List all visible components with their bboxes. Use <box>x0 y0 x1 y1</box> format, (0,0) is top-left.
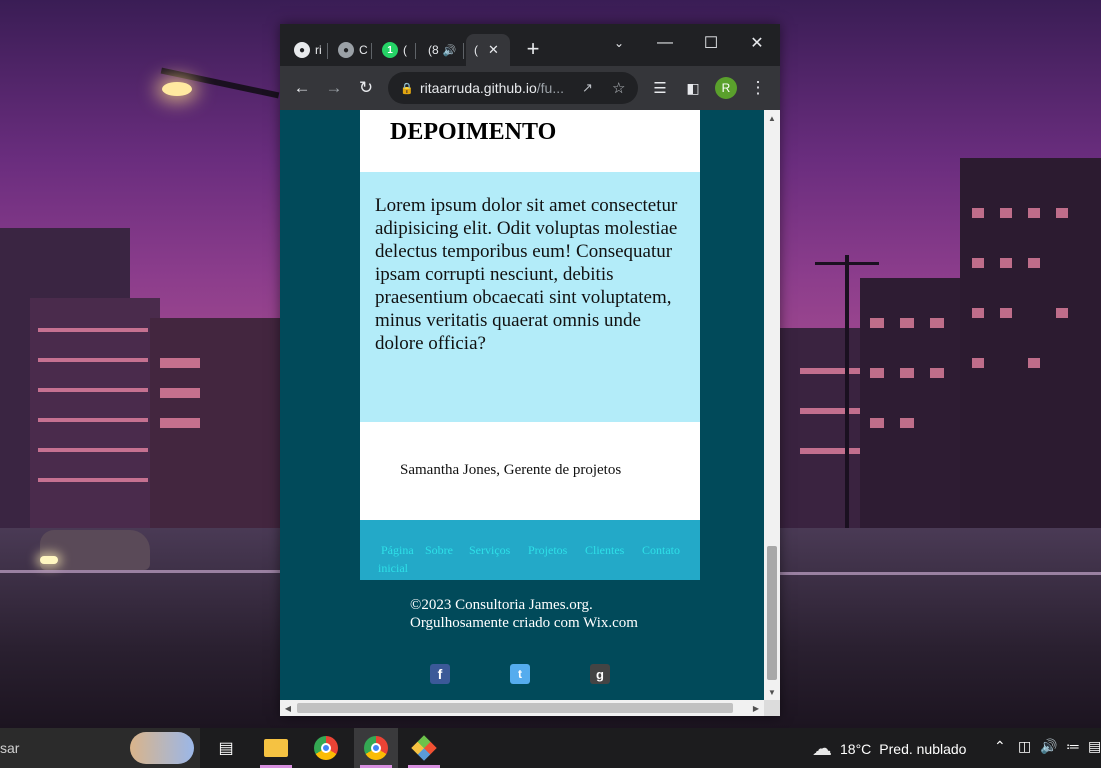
tab-label: (8 <box>428 43 439 57</box>
footer-copyright: ©2023 Consultoria James.org. Orgulhosame… <box>410 596 638 632</box>
browser-tab[interactable]: ● ri <box>288 34 328 66</box>
menu-icon[interactable]: ⋮ <box>744 74 772 102</box>
tab-label: ri <box>315 43 322 57</box>
footer-copyright-line: ©2023 Consultoria James.org. <box>410 597 593 613</box>
address-host: ritaarruda.github.io <box>420 80 537 96</box>
address-bar[interactable]: 🔒 ritaarruda.github.io /fu... ↗ ☆ <box>388 72 638 104</box>
weather-condition: Pred. nublado <box>879 740 967 757</box>
taskbar-search-text: sar <box>0 740 20 756</box>
lock-icon: 🔒 <box>400 82 414 95</box>
browser-toolbar: ← → ↻ 🔒 ritaarruda.github.io /fu... ↗ ☆ … <box>280 66 780 110</box>
new-tab-button[interactable]: + <box>518 34 548 64</box>
browser-tab[interactable]: ● C <box>332 34 372 66</box>
back-icon[interactable]: ← <box>288 74 316 102</box>
weather-temperature: 18°C <box>840 740 872 757</box>
section-title: DEPOIMENTO <box>390 119 557 145</box>
twitter-icon[interactable]: t <box>510 664 530 684</box>
scroll-up-icon[interactable]: ▲ <box>764 110 780 126</box>
tab-label: ( <box>403 43 407 57</box>
testimonial-author-box: Samantha Jones, Gerente de projetos <box>360 422 700 520</box>
footer-credit-line: Orgulhosamente criado com Wix.com <box>410 615 638 631</box>
taskbar: sar ▤ ☁ 18°C Pred. nublado ⌃ ◫ 🔊 ≔ ▤ <box>0 728 1101 768</box>
testimonial-quote-box: Lorem ipsum dolor sit amet consectetur a… <box>360 172 700 422</box>
profile-initial: R <box>715 77 737 99</box>
tab-strip: ● ri ● C 1 ( (8 🔊 ( ✕ + ⌄ — ☐ ✕ <box>280 24 780 66</box>
side-panel-icon[interactable]: ◧ <box>679 74 707 102</box>
nav-link-about[interactable]: Sobre <box>425 543 453 558</box>
browser-tab[interactable]: (8 🔊 <box>420 34 464 66</box>
media-control-icon[interactable]: ☰ <box>646 74 674 102</box>
testimonial-header: DEPOIMENTO <box>360 110 700 172</box>
google-plus-icon[interactable]: g <box>590 664 610 684</box>
close-window-icon[interactable]: ✕ <box>742 28 772 58</box>
browser-window: ● ri ● C 1 ( (8 🔊 ( ✕ + ⌄ — ☐ ✕ ← → ↻ 🔒 … <box>280 24 780 716</box>
scroll-right-icon[interactable]: ▶ <box>748 700 764 716</box>
testimonial-author: Samantha Jones, Gerente de projetos <box>400 462 622 478</box>
share-icon[interactable]: ↗ <box>582 80 593 96</box>
speaker-icon: 🔊 <box>442 44 457 57</box>
close-tab-icon[interactable]: ✕ <box>488 42 499 58</box>
vertical-scrollbar[interactable]: ▲ ▼ <box>764 110 780 700</box>
browser-tab[interactable]: 1 ( <box>376 34 416 66</box>
tab-label: C <box>359 43 368 57</box>
minimize-icon[interactable]: — <box>650 28 680 58</box>
page-viewport: DEPOIMENTO Lorem ipsum dolor sit amet co… <box>280 110 764 700</box>
horizontal-scrollbar[interactable]: ◀ ▶ <box>280 700 764 716</box>
nav-link-projects[interactable]: Projetos <box>528 543 567 558</box>
horizontal-scroll-thumb[interactable] <box>297 703 733 713</box>
nav-link-services[interactable]: Serviços <box>469 543 510 558</box>
nav-link-contact[interactable]: Contato <box>642 543 680 558</box>
nav-link-home[interactable]: inicial <box>378 561 408 576</box>
language-icon[interactable]: ▤ <box>1088 738 1101 755</box>
tab-label: ( <box>474 43 478 57</box>
task-view-icon[interactable]: ▤ <box>204 728 248 768</box>
whatsapp-icon: 1 <box>382 42 398 58</box>
chevron-up-icon[interactable]: ⌃ <box>994 738 1006 755</box>
search-highlight-icon <box>130 732 194 764</box>
globe-icon: ● <box>338 42 354 58</box>
github-icon: ● <box>294 42 310 58</box>
forward-icon[interactable]: → <box>320 74 348 102</box>
bookmark-star-icon[interactable]: ☆ <box>612 79 625 97</box>
testimonial-quote: Lorem ipsum dolor sit amet consectetur a… <box>375 195 678 354</box>
facebook-icon[interactable]: f <box>430 664 450 684</box>
device-icon[interactable]: ◫ <box>1018 738 1031 755</box>
weather-cloud-icon: ☁ <box>812 738 832 760</box>
weather-widget[interactable]: ☁ 18°C Pred. nublado <box>812 736 966 761</box>
scroll-left-icon[interactable]: ◀ <box>280 700 296 716</box>
address-path: /fu... <box>536 80 564 96</box>
profile-avatar[interactable]: R <box>712 74 740 102</box>
volume-icon[interactable]: 🔊 <box>1040 738 1057 755</box>
wifi-icon[interactable]: ≔ <box>1066 738 1080 755</box>
taskbar-search[interactable]: sar <box>0 728 200 768</box>
chrome-icon[interactable] <box>304 728 348 768</box>
scrollbar-corner <box>764 700 780 716</box>
scroll-down-icon[interactable]: ▼ <box>764 684 780 700</box>
file-explorer-icon[interactable] <box>254 728 298 768</box>
vertical-scroll-thumb[interactable] <box>767 546 777 680</box>
nav-link-clients[interactable]: Clientes <box>585 543 624 558</box>
maximize-icon[interactable]: ☐ <box>696 28 726 58</box>
nav-link-home[interactable]: Página <box>381 543 414 558</box>
browser-tab-active[interactable]: ( ✕ <box>466 34 510 66</box>
chrome-profile-icon[interactable] <box>354 728 398 768</box>
git-icon[interactable] <box>402 728 446 768</box>
reload-icon[interactable]: ↻ <box>352 74 380 102</box>
tab-search-icon[interactable]: ⌄ <box>604 28 634 58</box>
footer-nav: Página inicial Sobre Serviços Projetos C… <box>360 520 700 580</box>
